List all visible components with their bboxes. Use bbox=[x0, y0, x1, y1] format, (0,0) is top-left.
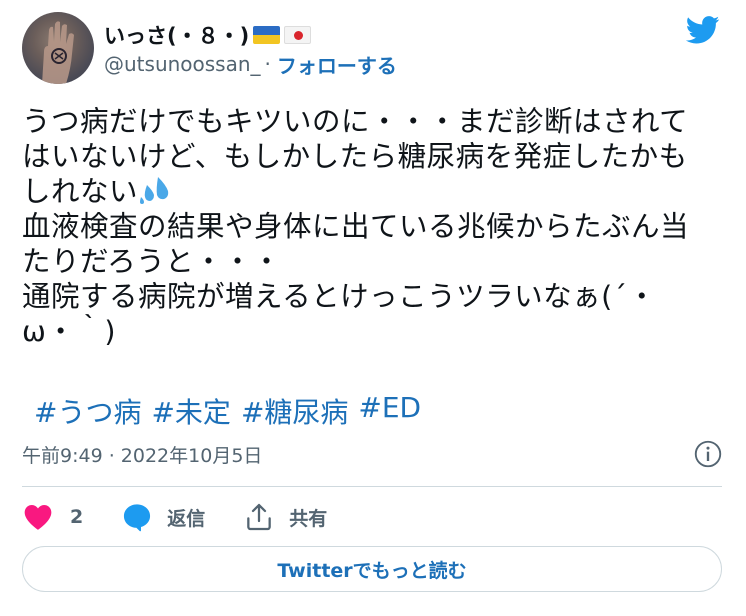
tweet-text: うつ病だけでもキツいのに・・・まだ診断はされて はいないけど、もしかしたら糖尿病… bbox=[22, 104, 722, 349]
share-button[interactable]: 共有 bbox=[243, 501, 327, 533]
sweat-droplets-icon bbox=[140, 177, 169, 204]
hashtag-list: #うつ病 #未定 #糖尿病 #ED bbox=[34, 391, 421, 431]
tweet-line: しれない bbox=[22, 175, 139, 208]
timestamp-link[interactable]: 午前9:49 · 2022年10月5日 bbox=[22, 441, 262, 468]
like-count: 2 bbox=[70, 506, 84, 528]
avatar[interactable] bbox=[22, 12, 94, 84]
tweet-meta-row: 午前9:49 · 2022年10月5日 bbox=[22, 438, 722, 470]
share-label: 共有 bbox=[289, 507, 328, 530]
user-handle[interactable]: @utsunoossan_ bbox=[104, 52, 261, 76]
tweet-line: ω・｀) bbox=[22, 315, 116, 348]
hashtag-link[interactable]: #うつ病 bbox=[34, 391, 141, 431]
tweet-line: 通院する病院が増えるとけっこうツラいなぁ(´・ bbox=[22, 280, 657, 313]
avatar-hand-image bbox=[42, 21, 74, 84]
tweet-card: いっさ(・８・) @utsunoossan_ · フォローする うつ病だけでもキ… bbox=[0, 0, 746, 616]
like-button[interactable]: 2 bbox=[22, 501, 83, 533]
read-more-button[interactable]: Twitterでもっと読む bbox=[22, 546, 722, 592]
twitter-bird-icon[interactable] bbox=[686, 16, 720, 44]
divider bbox=[22, 486, 722, 487]
author-name-row: いっさ(・８・) bbox=[104, 20, 312, 50]
tweet-line: はいないけど、もしかしたら糖尿病を発症したかも bbox=[22, 140, 688, 173]
separator-dot: · bbox=[264, 52, 271, 76]
tweet-line: 血液検査の結果や身体に出ている兆候からたぶん当 bbox=[22, 210, 690, 243]
ukraine-flag-icon bbox=[253, 26, 281, 44]
japan-flag-icon bbox=[284, 26, 312, 44]
tweet-actions: 2 返信 共有 bbox=[22, 498, 327, 536]
reply-label: 返信 bbox=[167, 507, 206, 530]
reply-bubble-icon bbox=[124, 504, 151, 532]
author-handle-row: @utsunoossan_ · フォローする bbox=[104, 50, 397, 78]
heart-icon bbox=[24, 505, 52, 530]
follow-link[interactable]: フォローする bbox=[277, 50, 397, 79]
info-icon[interactable] bbox=[694, 440, 722, 468]
hashtag-link[interactable]: #ED bbox=[358, 391, 421, 431]
share-icon bbox=[247, 503, 272, 531]
hashtag-link[interactable]: #未定 bbox=[151, 391, 230, 431]
tweet-line: うつ病だけでもキツいのに・・・まだ診断はされて bbox=[22, 105, 689, 138]
tweet-line: たりだろうと・・・ bbox=[22, 245, 282, 278]
hashtag-link[interactable]: #糖尿病 bbox=[241, 391, 348, 431]
display-name[interactable]: いっさ(・８・) bbox=[104, 20, 249, 50]
reply-button[interactable]: 返信 bbox=[121, 501, 205, 533]
